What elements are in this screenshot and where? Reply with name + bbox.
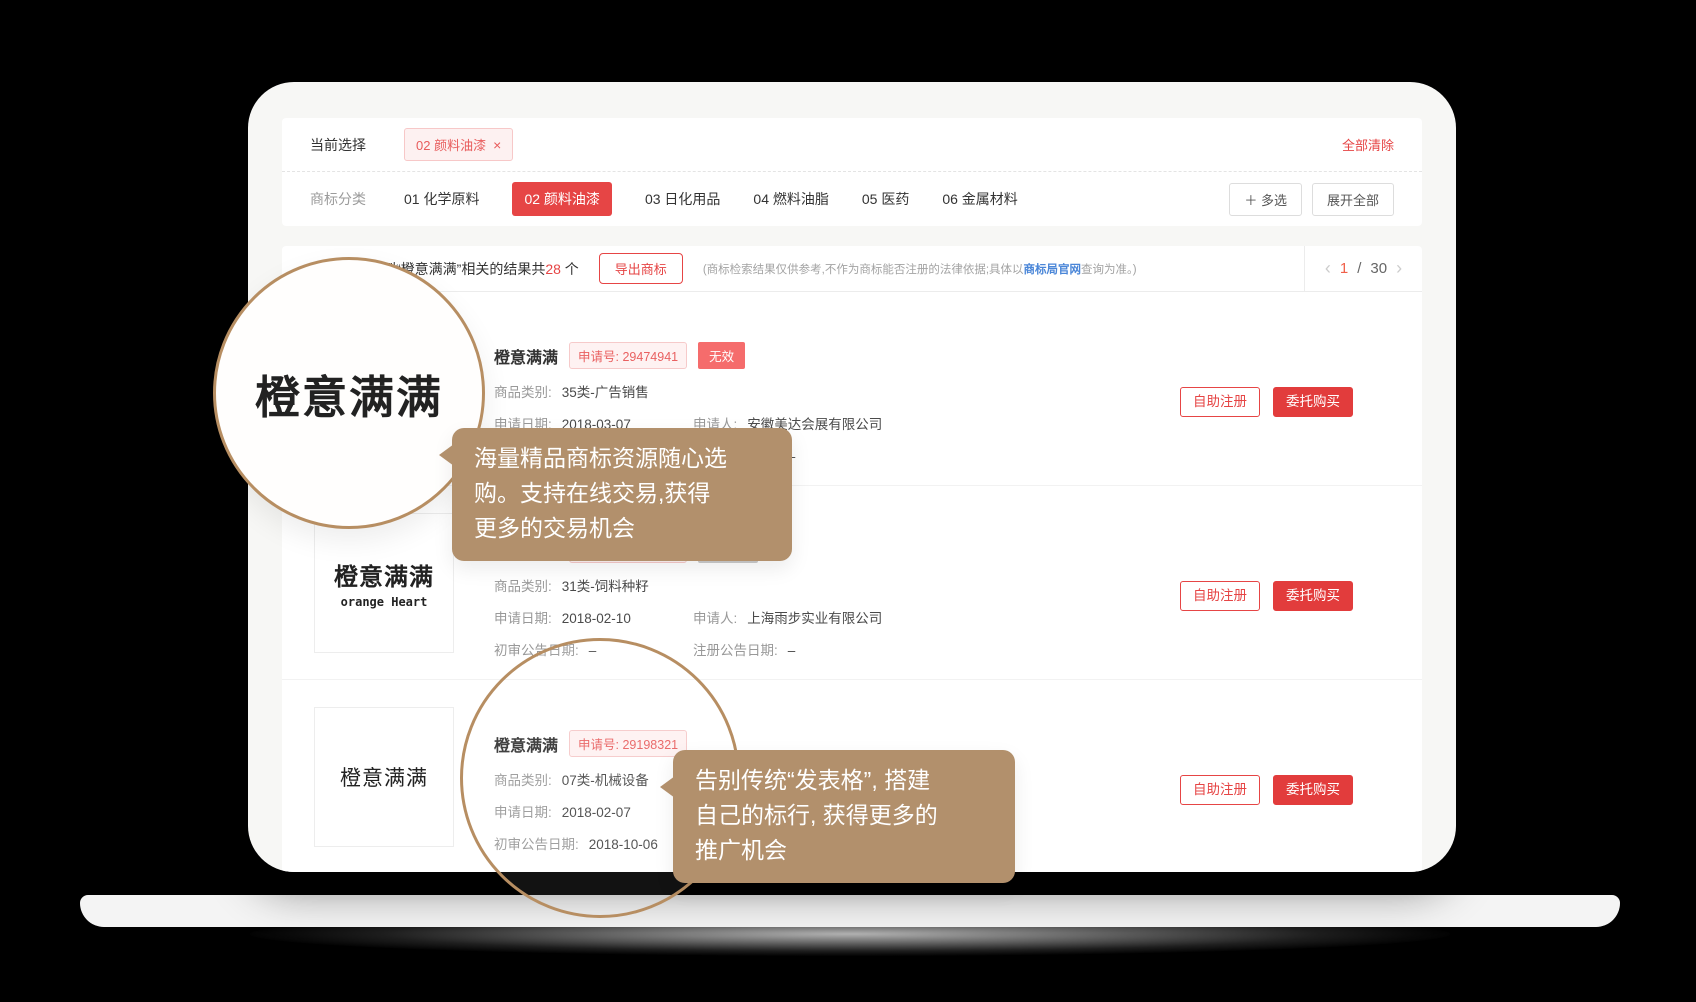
selected-filter-tag[interactable]: 02 颜料油漆 × (404, 128, 513, 161)
trademark-name: 橙意满满 (494, 344, 558, 368)
current-selection-row: 当前选择 02 颜料油漆 × 全部清除 (282, 118, 1422, 172)
multi-select-button[interactable]: ＋ 多选 (1229, 183, 1302, 216)
category-label: 商标分类 (310, 189, 366, 209)
prev-page-icon[interactable]: ‹ (1325, 258, 1331, 279)
apply-date-value: 2018-02-10 (562, 611, 631, 626)
disclaimer-post: 查询为准。) (1081, 264, 1137, 276)
next-page-icon[interactable]: › (1396, 258, 1402, 279)
callout-tooltip: 告别传统“发表格”, 搭建 自己的标行, 获得更多的 推广机会 (673, 750, 1015, 883)
selected-filter-tag-text: 02 颜料油漆 (416, 135, 486, 154)
expand-all-button[interactable]: 展开全部 (1312, 183, 1394, 216)
category-item-06[interactable]: 06 金属材料 (942, 182, 1017, 216)
goods-class-value: 35类-广告销售 (562, 385, 649, 400)
goods-class-label: 商品类别: (494, 579, 552, 594)
trademark-image-text: 橙意满满 (340, 762, 428, 792)
application-number-value: 29474941 (622, 350, 678, 364)
results-count: 28 (545, 261, 561, 277)
export-trademark-button[interactable]: 导出商标 (599, 253, 683, 284)
results-summary-bar: 已为您检索到“橙意满满”相关的结果共28 个 导出商标 (商标检索结果仅供参考,… (282, 246, 1422, 292)
current-page: 1 (1340, 260, 1348, 277)
total-pages: 30 (1370, 260, 1387, 277)
trademark-image-text: 橙意满满 (334, 557, 434, 592)
results-count-unit: 个 (561, 261, 579, 277)
applicant-label: 申请人: (693, 611, 737, 626)
disclaimer-pre: (商标检索结果仅供参考,不作为商标能否注册的法律依据;具体以 (703, 264, 1024, 276)
self-register-button[interactable]: 自助注册 (1180, 775, 1260, 805)
category-list: 01 化学原料 02 颜料油漆 03 日化用品 04 燃料油脂 05 医药 06… (404, 182, 1018, 216)
entrust-buy-button[interactable]: 委托购买 (1273, 581, 1353, 611)
category-row: 商标分类 01 化学原料 02 颜料油漆 03 日化用品 04 燃料油脂 05 … (282, 172, 1422, 226)
callout-tooltip: 海量精品商标资源随心选 购。支持在线交易,获得 更多的交易机会 (452, 428, 792, 561)
page-separator: / (1357, 260, 1361, 277)
category-item-01[interactable]: 01 化学原料 (404, 182, 479, 216)
row-actions: 自助注册 委托购买 (1180, 775, 1353, 805)
trademark-office-link[interactable]: 商标局官网 (1024, 264, 1082, 276)
goods-class-label: 商品类别: (494, 385, 552, 400)
current-selection-label: 当前选择 (310, 135, 366, 155)
row-actions: 自助注册 委托购买 (1180, 387, 1353, 417)
self-register-button[interactable]: 自助注册 (1180, 387, 1260, 417)
application-number-tag: 申请号: 29474941 (569, 342, 687, 369)
results-disclaimer: (商标检索结果仅供参考,不作为商标能否注册的法律依据;具体以商标局官网查询为准。… (703, 261, 1137, 277)
entrust-buy-button[interactable]: 委托购买 (1273, 387, 1353, 417)
entrust-buy-button[interactable]: 委托购买 (1273, 775, 1353, 805)
pagination: ‹ 1 / 30 › (1304, 246, 1422, 291)
category-item-02-active[interactable]: 02 颜料油漆 (512, 182, 611, 216)
reg-notice-label: 注册公告日期: (693, 643, 778, 658)
category-tools: ＋ 多选 展开全部 (1229, 183, 1394, 216)
remove-filter-icon[interactable]: × (493, 138, 501, 152)
category-item-04[interactable]: 04 燃料油脂 (753, 182, 828, 216)
category-item-03[interactable]: 03 日化用品 (645, 182, 720, 216)
magnified-trademark-text: 橙意满满 (255, 361, 443, 426)
clear-all-button[interactable]: 全部清除 (1342, 135, 1394, 154)
application-number-label: 申请号: (578, 350, 619, 364)
row-actions: 自助注册 委托购买 (1180, 581, 1353, 611)
filter-panel: 当前选择 02 颜料油漆 × 全部清除 商标分类 01 化学原料 02 颜料油漆… (282, 118, 1422, 226)
trademark-image: 橙意满满 (314, 707, 454, 847)
trademark-image-subtext: orange Heart (341, 595, 428, 609)
trademark-image: 橙意满满 orange Heart (314, 513, 454, 653)
magnifier-circle: 橙意满满 (213, 257, 485, 529)
applicant-value: 上海雨步实业有限公司 (747, 611, 882, 626)
status-badge: 无效 (698, 342, 745, 369)
goods-class-value: 31类-饲料种籽 (562, 579, 649, 594)
self-register-button[interactable]: 自助注册 (1180, 581, 1260, 611)
reg-notice-value: – (788, 643, 796, 658)
laptop-base (80, 895, 1620, 927)
category-item-05[interactable]: 05 医药 (862, 182, 909, 216)
apply-date-label: 申请日期: (494, 611, 552, 626)
